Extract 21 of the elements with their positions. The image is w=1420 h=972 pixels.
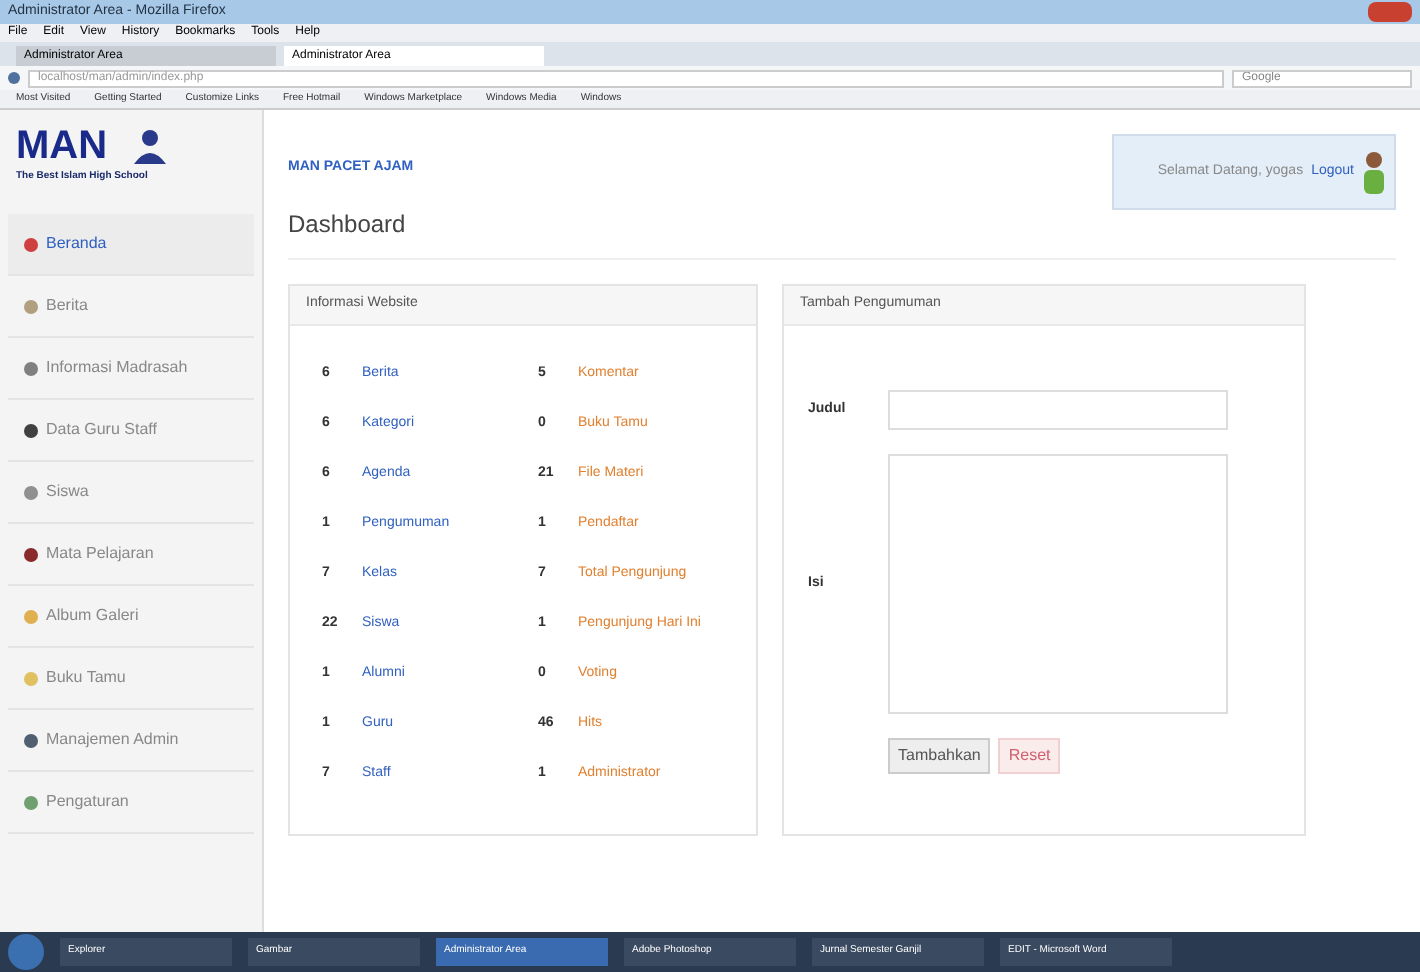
sidebar-item[interactable]: Pengaturan [8,772,254,834]
page-title: Dashboard [288,206,1396,260]
start-button[interactable] [8,934,44,970]
sidebar-item[interactable]: Berita [8,276,254,338]
logo-title: MAN [16,126,108,166]
close-button[interactable] [1368,2,1412,22]
back-icon[interactable] [8,72,20,84]
title-field[interactable] [888,390,1228,430]
sidebar-item[interactable]: Album Galeri [8,586,254,648]
reset-button[interactable]: Reset [998,738,1061,774]
sidebar-item[interactable]: Beranda [8,214,254,276]
sidebar-item[interactable]: Informasi Madrasah [8,338,254,400]
sidebar-item[interactable]: Mata Pelajaran [8,524,254,586]
sidebar-item[interactable]: Buku Tamu [8,648,254,710]
submit-button[interactable]: Tambahkan [888,738,991,774]
content-field[interactable] [888,454,1228,714]
sidebar-item[interactable]: Data Guru Staff [8,400,254,462]
person-icon [131,128,168,164]
sidebar-item[interactable]: Manajemen Admin [8,710,254,772]
sidebar-item[interactable]: Siswa [8,462,254,524]
user-icon [1362,150,1386,194]
